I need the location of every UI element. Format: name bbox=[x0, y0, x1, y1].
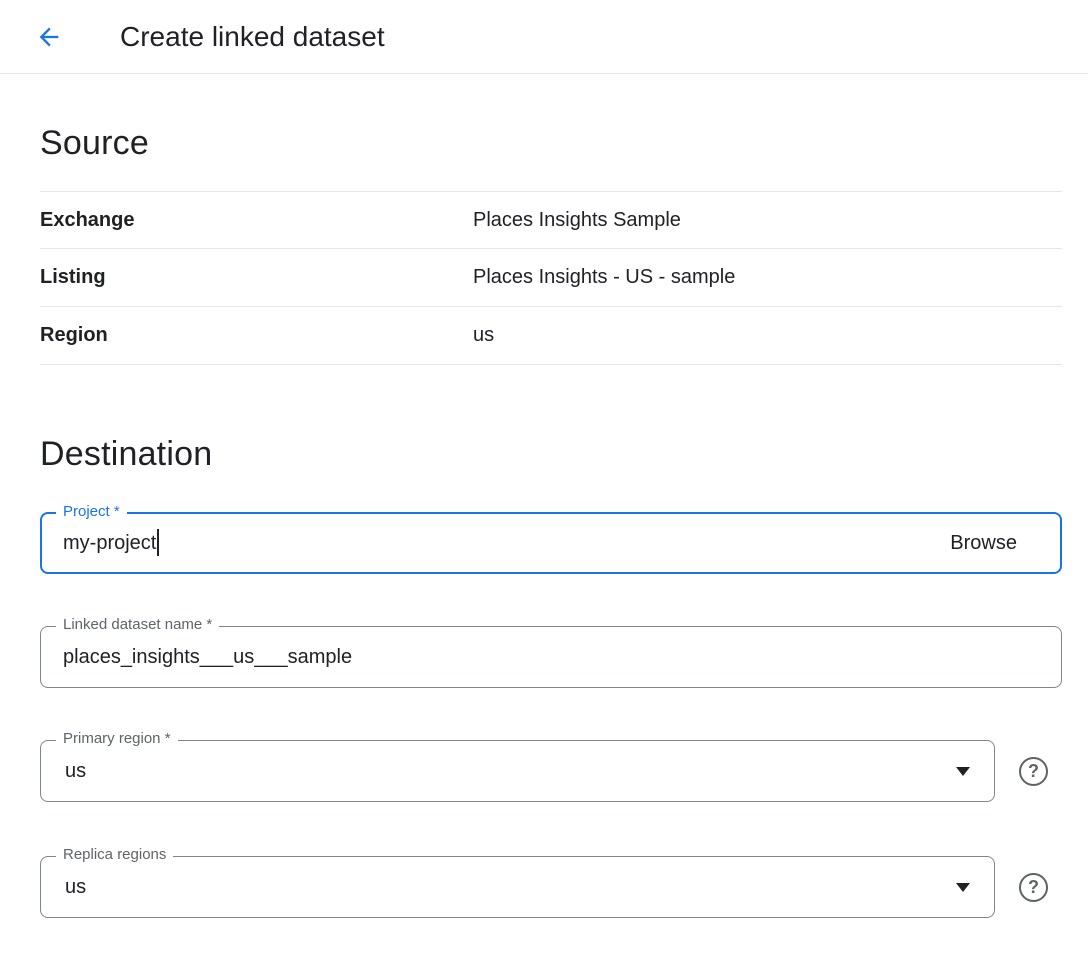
main-content: Source Exchange Places Insights Sample L… bbox=[0, 124, 1088, 918]
project-input-value[interactable]: my-project bbox=[63, 532, 156, 555]
region-label: Region bbox=[40, 324, 473, 347]
project-field[interactable]: Project * my-project Browse bbox=[40, 512, 1062, 574]
listing-value: Places Insights - US - sample bbox=[473, 266, 1062, 289]
linked-dataset-name-value[interactable]: places_insights___us___sample bbox=[63, 646, 352, 669]
primary-region-value: us bbox=[65, 760, 86, 783]
table-row-exchange: Exchange Places Insights Sample bbox=[40, 191, 1062, 249]
table-row-listing: Listing Places Insights - US - sample bbox=[40, 249, 1062, 307]
back-button[interactable] bbox=[34, 22, 64, 52]
linked-dataset-name-label: Linked dataset name * bbox=[56, 616, 219, 633]
browse-button[interactable]: Browse bbox=[950, 532, 1039, 555]
arrow-back-icon bbox=[35, 23, 63, 51]
replica-regions-label: Replica regions bbox=[56, 846, 173, 863]
source-table: Exchange Places Insights Sample Listing … bbox=[40, 191, 1062, 365]
primary-region-help-icon[interactable]: ? bbox=[1019, 757, 1048, 786]
arrow-drop-down-icon bbox=[956, 767, 970, 776]
header: Create linked dataset bbox=[0, 0, 1088, 74]
text-cursor bbox=[157, 529, 159, 556]
help-glyph: ? bbox=[1028, 761, 1039, 782]
project-field-label: Project * bbox=[56, 503, 127, 520]
table-row-region: Region us bbox=[40, 307, 1062, 365]
replica-regions-help-icon[interactable]: ? bbox=[1019, 873, 1048, 902]
exchange-label: Exchange bbox=[40, 209, 473, 232]
help-glyph: ? bbox=[1028, 877, 1039, 898]
region-value: us bbox=[473, 324, 1062, 347]
replica-regions-value: us bbox=[65, 876, 86, 899]
arrow-drop-down-icon bbox=[956, 883, 970, 892]
primary-region-label: Primary region * bbox=[56, 730, 178, 747]
replica-regions-select[interactable]: Replica regions us bbox=[40, 856, 995, 918]
listing-label: Listing bbox=[40, 266, 473, 289]
source-section-heading: Source bbox=[40, 124, 1062, 163]
primary-region-select[interactable]: Primary region * us bbox=[40, 740, 995, 802]
primary-region-row: Primary region * us ? bbox=[40, 740, 1062, 802]
page-title: Create linked dataset bbox=[120, 21, 385, 53]
destination-section-heading: Destination bbox=[40, 435, 1062, 474]
replica-regions-row: Replica regions us ? bbox=[40, 856, 1062, 918]
linked-dataset-name-field[interactable]: Linked dataset name * places_insights___… bbox=[40, 626, 1062, 688]
exchange-value: Places Insights Sample bbox=[473, 209, 1062, 232]
